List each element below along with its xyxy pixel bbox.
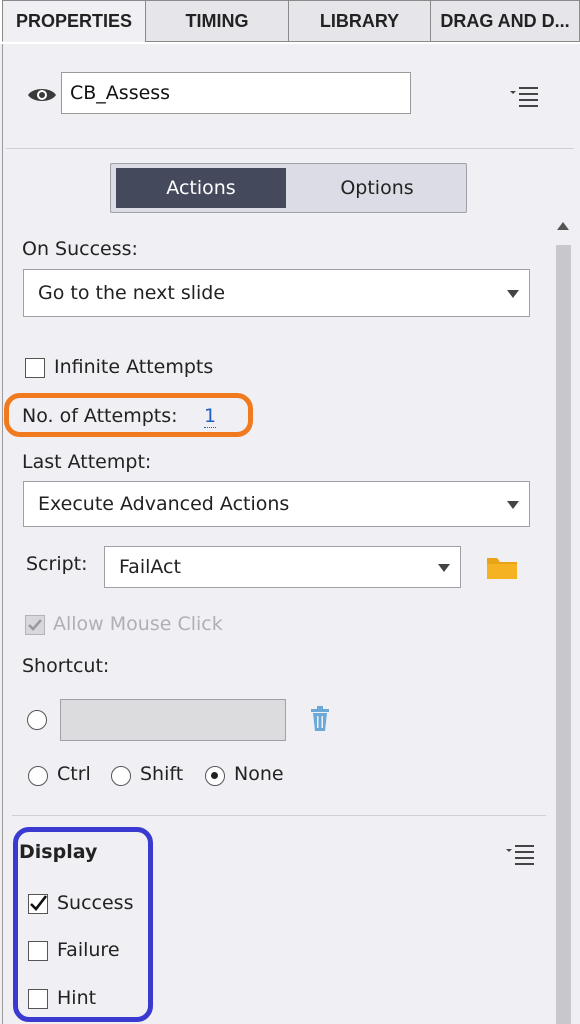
tab-timing[interactable]: TIMING [145,0,289,42]
shortcut-label: Shortcut: [22,655,110,677]
actions-options-toggle: Actions Options [110,163,467,213]
folder-icon[interactable] [486,554,518,580]
on-success-value: Go to the next slide [38,282,226,304]
allow-mouse-click-label: Allow Mouse Click [53,613,223,635]
shortcut-radio[interactable] [27,710,47,730]
attempts-label: No. of Attempts: [22,405,178,427]
on-success-dropdown[interactable]: Go to the next slide [23,269,530,317]
panel-border [2,44,3,1024]
on-success-label: On Success: [22,238,138,260]
last-attempt-dropdown[interactable]: Execute Advanced Actions [23,481,530,527]
chevron-down-icon [507,501,519,509]
script-dropdown[interactable]: FailAct [104,546,461,588]
scroll-up-icon[interactable] [557,222,569,230]
script-value: FailAct [119,556,181,578]
allow-mouse-click-checkbox [25,615,45,635]
divider [12,815,546,816]
last-attempt-value: Execute Advanced Actions [38,493,290,515]
infinite-attempts-label: Infinite Attempts [54,356,214,378]
object-name-input[interactable]: CB_Assess [61,72,411,114]
panel-menu-icon[interactable] [508,84,540,108]
script-label: Script: [26,553,88,575]
chevron-down-icon [438,564,450,572]
modifier-none-radio[interactable] [205,766,225,786]
options-tab-button[interactable]: Options [291,168,463,208]
trash-icon[interactable] [309,706,331,732]
checkmark-icon [30,895,47,911]
display-success-checkbox[interactable] [28,894,48,914]
display-failure-checkbox[interactable] [28,941,48,961]
actions-tab-button[interactable]: Actions [116,168,286,208]
visibility-eye-icon[interactable] [27,84,57,106]
display-failure-label: Failure [57,939,120,961]
attempts-value[interactable]: 1 [204,405,217,428]
tab-properties[interactable]: PROPERTIES [2,0,146,42]
display-menu-icon[interactable] [504,842,536,866]
infinite-attempts-checkbox[interactable] [25,358,45,378]
modifier-shift-label: Shift [140,763,184,785]
modifier-ctrl-radio[interactable] [28,766,48,786]
checkmark-icon [28,619,42,631]
last-attempt-label: Last Attempt: [22,451,152,473]
chevron-down-icon [507,290,519,298]
display-success-label: Success [57,892,134,914]
display-section-title: Display [19,841,98,863]
divider [6,148,574,149]
tab-drag-and-drop[interactable]: DRAG AND D... [430,0,580,42]
display-hint-label: Hint [57,987,97,1009]
modifier-none-label: None [234,763,284,785]
modifier-ctrl-label: Ctrl [57,763,91,785]
display-hint-checkbox[interactable] [28,989,48,1009]
panel-tabs: PROPERTIES TIMING LIBRARY DRAG AND D... [0,0,580,44]
modifier-shift-radio[interactable] [111,766,131,786]
tab-library[interactable]: LIBRARY [288,0,431,42]
scrollbar[interactable] [556,245,571,1024]
shortcut-key-input[interactable] [60,699,286,741]
